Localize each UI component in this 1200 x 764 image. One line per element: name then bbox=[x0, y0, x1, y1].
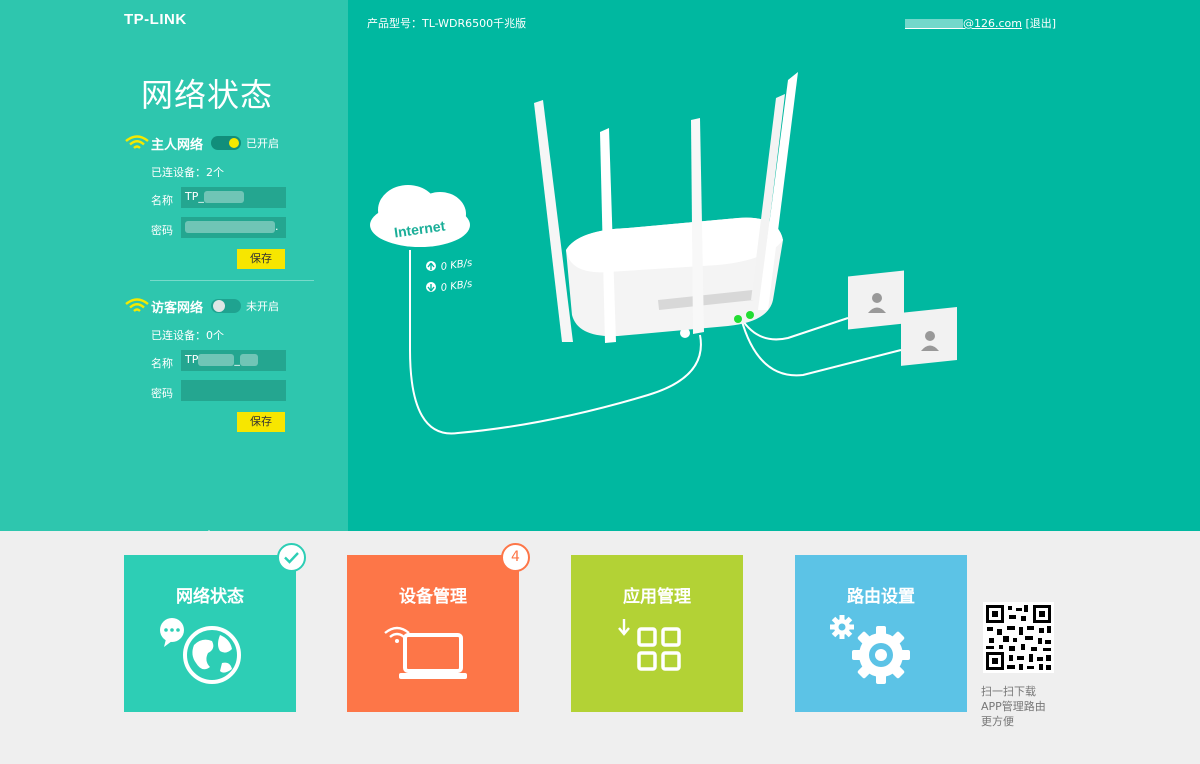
wifi-icon bbox=[125, 298, 149, 312]
laptop-icon bbox=[384, 626, 467, 679]
host-ssid-input[interactable]: TP_ bbox=[181, 187, 286, 208]
guest-network-header: 访客网络 未开启 bbox=[124, 296, 279, 316]
client-device-1[interactable] bbox=[848, 270, 904, 330]
host-ssid-label: 名称 bbox=[151, 194, 173, 207]
qr-caption: 扫一扫下载 APP管理路由 更方便 bbox=[981, 685, 1046, 728]
host-password-input[interactable]: . bbox=[181, 217, 286, 238]
host-save-button[interactable]: 保存 bbox=[237, 249, 285, 269]
device-count-badge: 4 bbox=[501, 543, 530, 572]
wifi-icon bbox=[125, 135, 149, 149]
lan-cable-1 bbox=[740, 317, 849, 341]
sidebar-divider bbox=[150, 280, 314, 281]
guest-save-button[interactable]: 保存 bbox=[237, 412, 285, 432]
upload-speed: 0 KB/s bbox=[426, 258, 473, 273]
active-check-badge bbox=[277, 543, 306, 572]
guest-ssid-label: 名称 bbox=[151, 357, 173, 370]
apps-grid-icon bbox=[618, 619, 681, 671]
host-password-label: 密码 bbox=[151, 224, 173, 237]
host-network-toggle[interactable] bbox=[211, 136, 242, 150]
lan-light-2 bbox=[746, 311, 754, 319]
host-network-name: 主人网络 bbox=[151, 137, 204, 153]
tab-device-management[interactable]: 设备管理 bbox=[347, 555, 519, 712]
guest-password-label: 密码 bbox=[151, 387, 173, 400]
router-illustration bbox=[534, 72, 798, 343]
tplink-logo: TP-LINK bbox=[124, 11, 187, 28]
user-icon bbox=[925, 331, 935, 341]
svg-text:0 KB/s: 0 KB/s bbox=[440, 279, 473, 294]
masked-text-icon bbox=[185, 221, 275, 233]
network-diagram: Internet 0 KB/s 0 KB/s bbox=[370, 72, 957, 435]
client-device-2[interactable] bbox=[901, 306, 957, 366]
masked-text-icon bbox=[198, 354, 235, 366]
internet-cloud-icon: Internet bbox=[370, 185, 470, 247]
guest-network-name: 访客网络 bbox=[151, 300, 204, 316]
download-speed: 0 KB/s bbox=[426, 279, 473, 294]
guest-network-state: 未开启 bbox=[246, 300, 280, 313]
guest-ssid-input[interactable]: TP _ bbox=[181, 350, 286, 371]
guest-connected-devices: 已连设备：0个 bbox=[151, 329, 224, 342]
svg-text:0 KB/s: 0 KB/s bbox=[440, 258, 473, 273]
tab-app-management[interactable]: 应用管理 bbox=[571, 555, 743, 712]
guest-password-input[interactable] bbox=[181, 380, 286, 401]
masked-text-icon bbox=[203, 191, 244, 203]
toggle-knob bbox=[213, 300, 226, 312]
gear-icon bbox=[830, 615, 910, 684]
lan-light-1 bbox=[734, 315, 742, 323]
user-icon bbox=[872, 293, 882, 303]
guest-network-toggle[interactable] bbox=[211, 299, 242, 313]
host-connected-devices: 已连设备：2个 bbox=[151, 166, 224, 179]
tab-network-status[interactable]: 网络状态 bbox=[124, 555, 296, 712]
active-tab-pointer bbox=[200, 530, 218, 539]
host-network-header: 主人网络 已开启 bbox=[124, 133, 279, 153]
globe-icon bbox=[160, 618, 241, 684]
qr-code-icon[interactable] bbox=[983, 602, 1054, 673]
check-icon bbox=[284, 552, 299, 564]
host-network-state: 已开启 bbox=[246, 137, 280, 150]
tab-router-settings[interactable]: 路由设置 bbox=[795, 555, 967, 712]
toggle-knob bbox=[229, 138, 240, 148]
masked-text-icon bbox=[239, 354, 258, 366]
